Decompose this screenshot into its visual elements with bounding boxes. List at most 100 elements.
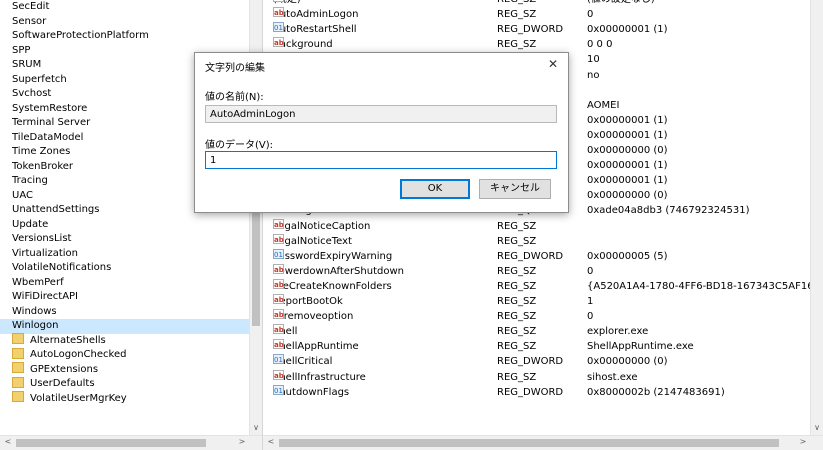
value-name-cell: 01 ShellCritical bbox=[273, 354, 332, 369]
string-value-icon: ab bbox=[273, 233, 284, 244]
value-data-cell: 0x8000002b (2147483691) bbox=[587, 386, 725, 398]
string-value-icon: ab bbox=[273, 7, 284, 18]
value-row[interactable]: ab LegalNoticeCaption REG_SZ bbox=[263, 218, 799, 234]
value-row[interactable]: ab PowerdownAfterShutdown REG_SZ 0 bbox=[263, 263, 799, 279]
scroll-left-arrow-icon[interactable]: < bbox=[265, 436, 277, 448]
values-vertical-scrollbar[interactable]: ∨ bbox=[810, 0, 823, 436]
tree-item[interactable]: GPExtensions bbox=[0, 362, 250, 378]
value-data-cell: ShellAppRuntime.exe bbox=[587, 341, 694, 353]
value-data-cell: 0x00000000 (0) bbox=[587, 356, 668, 368]
binary-value-icon: 01 bbox=[273, 354, 284, 365]
value-row[interactable]: 01 AutoRestartShell REG_DWORD 0x00000001 (1… bbox=[263, 22, 799, 37]
value-name-text: ShellAppRuntime bbox=[273, 341, 359, 353]
tree-item-label: SecEdit bbox=[12, 1, 50, 12]
value-type-cell: REG_SZ bbox=[497, 371, 537, 383]
string-value-icon: ab bbox=[273, 0, 284, 2]
tree-item[interactable]: SoftwareProtectionPlatform bbox=[0, 29, 250, 44]
value-row[interactable]: ab AutoAdminLogon REG_SZ 0 bbox=[263, 7, 799, 22]
tree-item[interactable]: UserDefaults bbox=[0, 376, 250, 392]
value-name-text: PasswordExpiryWarning bbox=[273, 250, 393, 262]
value-type-cell: REG_SZ bbox=[497, 265, 537, 277]
tree-item-label: Virtualization bbox=[12, 247, 78, 259]
value-type-cell: REG_SZ bbox=[497, 235, 537, 247]
value-row[interactable]: ab scremoveoption REG_SZ 0 bbox=[263, 309, 799, 324]
value-row[interactable]: 01 ShellCritical REG_DWORD 0x00000000 (0) bbox=[263, 354, 799, 369]
value-data-cell: 0x00000001 (1) bbox=[587, 114, 668, 126]
folder-icon bbox=[12, 333, 24, 344]
tree-item[interactable]: VolatileUserMgrKey bbox=[0, 391, 250, 407]
value-row[interactable]: ab ReportBootOk REG_SZ 1 bbox=[263, 294, 799, 309]
edit-string-dialog: 文字列の編集 ✕ 値の名前(N): AutoAdminLogon 値のデータ(V… bbox=[194, 52, 569, 213]
value-name-cell: ab LegalNoticeText bbox=[273, 233, 352, 249]
tree-horizontal-scrollbar[interactable]: < > bbox=[0, 435, 262, 450]
value-data-cell: 0xade04a8db3 (746792324531) bbox=[587, 205, 750, 217]
value-data-cell: explorer.exe bbox=[587, 326, 649, 338]
value-name-text: PreCreateKnownFolders bbox=[273, 280, 392, 292]
tree-item-label: UserDefaults bbox=[30, 378, 95, 389]
values-hscroll-thumb[interactable] bbox=[279, 439, 779, 447]
value-row[interactable]: ab LegalNoticeText REG_SZ bbox=[263, 233, 799, 249]
tree-item-label: Windows bbox=[12, 305, 57, 317]
value-name-cell: 01 PasswordExpiryWarning bbox=[273, 248, 393, 264]
value-row[interactable]: ab Background REG_SZ 0 0 0 bbox=[263, 37, 799, 52]
string-value-icon: ab bbox=[273, 309, 284, 320]
value-row[interactable]: 01 PasswordExpiryWarning REG_DWORD 0x000000… bbox=[263, 248, 799, 264]
cancel-button[interactable]: キャンセル bbox=[479, 179, 551, 199]
value-row[interactable]: ab(既定) REG_SZ (値の設定なし) bbox=[263, 0, 799, 7]
value-row[interactable]: ab ShellAppRuntime REG_SZ ShellAppRuntime.e… bbox=[263, 339, 799, 354]
tree-item[interactable]: AlternateShells bbox=[0, 333, 250, 349]
value-data-input[interactable]: 1 bbox=[205, 151, 557, 169]
scroll-down-arrow-icon[interactable]: ∨ bbox=[250, 422, 262, 434]
tree-item[interactable]: Sensor bbox=[0, 15, 250, 30]
values-horizontal-scrollbar[interactable]: < > bbox=[263, 435, 823, 450]
value-row[interactable]: 01 ShutdownFlags REG_DWORD 0x8000002b (2147… bbox=[263, 384, 799, 400]
tree-item[interactable]: Winlogon bbox=[0, 319, 250, 334]
value-name-cell: ab AutoAdminLogon bbox=[273, 7, 358, 22]
tree-item-label: SPP bbox=[12, 44, 31, 56]
tree-item[interactable]: Virtualization bbox=[0, 247, 250, 262]
value-name-cell: ab PreCreateKnownFolders bbox=[273, 278, 392, 294]
value-data-cell: 0 bbox=[587, 265, 594, 277]
value-row[interactable]: ab Shell REG_SZ explorer.exe bbox=[263, 324, 799, 339]
tree-item[interactable]: WbemPerf bbox=[0, 276, 250, 291]
value-type-cell: REG_SZ bbox=[497, 0, 536, 7]
scroll-right-arrow-icon[interactable]: > bbox=[236, 436, 248, 448]
value-type-cell: REG_SZ bbox=[497, 341, 537, 353]
tree-item-label: WiFiDirectAPI bbox=[12, 291, 79, 302]
tree-item[interactable]: WiFiDirectAPI bbox=[0, 290, 250, 305]
ok-button[interactable]: OK bbox=[400, 179, 470, 199]
value-data-cell: (値の設定なし) bbox=[587, 0, 655, 7]
tree-item[interactable]: VersionsList bbox=[0, 232, 250, 247]
tree-item-label: SRUM bbox=[12, 59, 42, 70]
value-data-cell: {A520A1A4-1780-4FF6-BD18-167343C5AF16 bbox=[587, 280, 814, 292]
value-name-cell: ab(既定) bbox=[273, 0, 301, 7]
tree-hscroll-thumb[interactable] bbox=[16, 439, 206, 447]
string-value-icon: ab bbox=[273, 294, 284, 304]
tree-item-label: Time Zones bbox=[12, 146, 71, 157]
tree-item[interactable]: VolatileNotifications bbox=[0, 261, 250, 276]
value-name-text: PowerdownAfterShutdown bbox=[273, 265, 404, 277]
tree-item[interactable]: Update bbox=[0, 218, 250, 233]
string-value-icon: ab bbox=[273, 339, 284, 350]
folder-icon bbox=[12, 391, 24, 402]
scroll-left-arrow-icon[interactable]: < bbox=[2, 436, 14, 448]
value-name-cell: ab ShellAppRuntime bbox=[273, 339, 359, 354]
tree-item-label: UnattendSettings bbox=[12, 204, 100, 215]
value-type-cell: REG_DWORD bbox=[497, 250, 564, 262]
value-name-text: ShutdownFlags bbox=[273, 386, 350, 398]
string-value-icon: ab bbox=[273, 37, 284, 48]
value-row[interactable]: ab ShellInfrastructure REG_SZ sihost.exe bbox=[263, 369, 799, 385]
tree-item-label: Tracing bbox=[12, 175, 48, 186]
close-icon[interactable]: ✕ bbox=[544, 55, 562, 73]
value-type-cell: REG_SZ bbox=[497, 326, 537, 338]
tree-item[interactable]: Windows bbox=[0, 305, 250, 320]
scroll-down-arrow-icon[interactable]: ∨ bbox=[811, 422, 823, 434]
tree-item-label: Terminal Server bbox=[12, 117, 91, 128]
tree-item-label: SoftwareProtectionPlatform bbox=[12, 30, 149, 41]
tree-item[interactable]: SecEdit bbox=[0, 0, 250, 15]
scroll-right-arrow-icon[interactable]: > bbox=[797, 436, 809, 448]
value-row[interactable]: ab PreCreateKnownFolders REG_SZ {A520A1A4-1… bbox=[263, 278, 814, 294]
value-name-text: scremoveoption bbox=[273, 311, 354, 323]
tree-item[interactable]: AutoLogonChecked bbox=[0, 347, 250, 363]
string-value-icon: ab bbox=[273, 263, 284, 274]
